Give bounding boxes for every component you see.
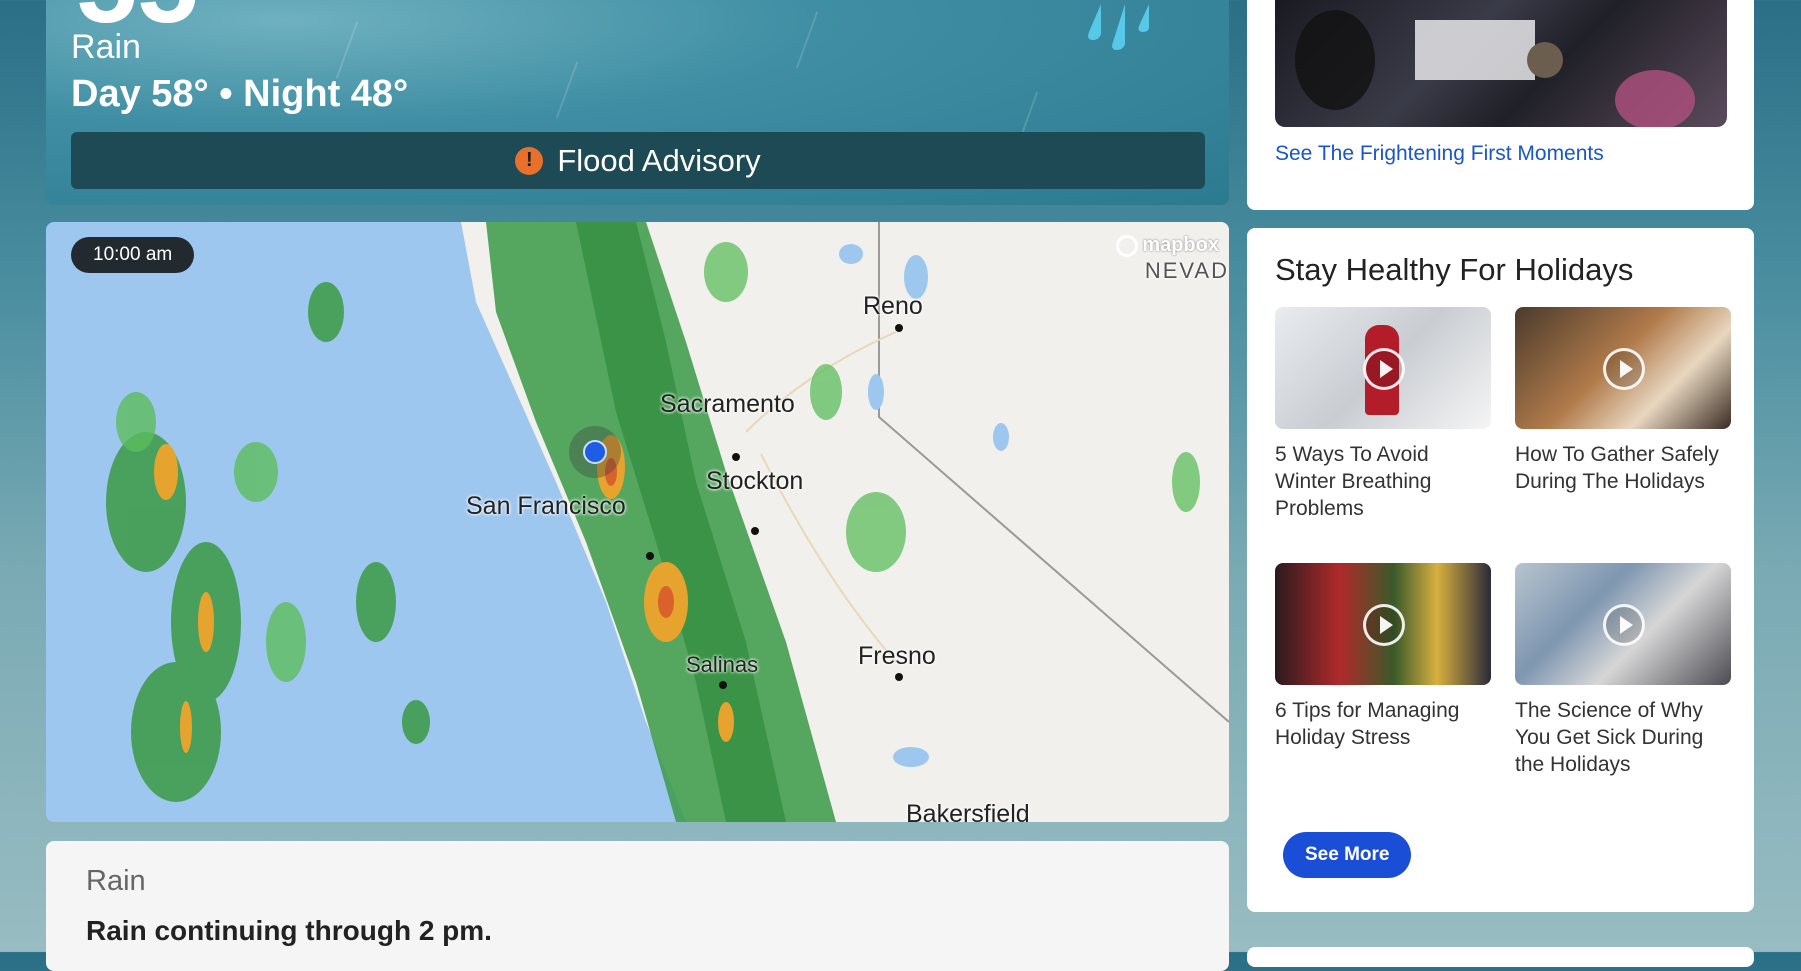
city-dot-fresno xyxy=(895,673,903,681)
video-thumbnail xyxy=(1515,563,1731,685)
video-caption: 6 Tips for Managing Holiday Stress xyxy=(1275,699,1460,749)
video-tile[interactable]: 6 Tips for Managing Holiday Stress xyxy=(1275,563,1491,751)
radar-map[interactable]: 10:00 am mapbox NEVAD Reno Sacramento St… xyxy=(46,222,1229,822)
play-icon xyxy=(1603,604,1645,646)
city-label-sacramento: Sacramento xyxy=(660,390,795,418)
flood-advisory-banner[interactable]: ! Flood Advisory xyxy=(71,132,1205,189)
city-label-salinas: Salinas xyxy=(686,652,759,677)
rain-cloud-icon xyxy=(1088,4,1149,50)
rain-streak xyxy=(795,11,819,69)
see-more-button[interactable]: See More xyxy=(1283,832,1412,878)
section-heading: Stay Healthy For Holidays xyxy=(1275,252,1634,287)
video-thumbnail xyxy=(1515,307,1731,429)
region-label-nevada: NEVAD xyxy=(1144,258,1229,283)
day-night-temps: Day 58° • Night 48° xyxy=(71,73,409,115)
mapbox-attribution[interactable]: mapbox xyxy=(1116,234,1219,257)
summary-title: Rain xyxy=(86,865,146,897)
play-icon xyxy=(1603,348,1645,390)
city-label-fresno: Fresno xyxy=(858,642,936,670)
play-icon xyxy=(1363,348,1405,390)
city-dot-reno xyxy=(895,324,903,332)
news-link[interactable]: See The Frightening First Moments xyxy=(1275,142,1604,166)
city-dot-stockton xyxy=(751,527,759,535)
play-icon xyxy=(1363,604,1405,646)
current-location-marker xyxy=(583,440,607,464)
next-card-edge xyxy=(1247,947,1754,967)
current-weather-card: 55 Rain Day 58° • Night 48° ! Flood Advi… xyxy=(46,0,1229,205)
video-thumbnail xyxy=(1275,307,1491,429)
city-dot-san-francisco xyxy=(646,552,654,560)
health-section: Stay Healthy For Holidays 5 Ways To Avoi… xyxy=(1247,228,1754,912)
video-thumbnail xyxy=(1275,563,1491,685)
news-card: See The Frightening First Moments xyxy=(1247,0,1754,210)
city-label-reno: Reno xyxy=(863,292,923,320)
video-caption: How To Gather Safely During The Holidays xyxy=(1515,443,1719,493)
video-caption: 5 Ways To Avoid Winter Breathing Problem… xyxy=(1275,443,1432,520)
mapbox-logo-icon xyxy=(1116,234,1139,257)
city-label-bakersfield: Bakersfield xyxy=(906,800,1030,822)
city-dot-sacramento xyxy=(732,453,740,461)
warning-icon: ! xyxy=(515,146,544,175)
news-thumbnail[interactable] xyxy=(1275,0,1727,127)
advisory-label: Flood Advisory xyxy=(557,142,761,178)
city-dot-salinas xyxy=(719,681,727,689)
condition-label: Rain xyxy=(71,28,141,66)
video-tile[interactable]: The Science of Why You Get Sick During t… xyxy=(1515,563,1731,778)
map-time-label: 10:00 am xyxy=(71,237,195,273)
video-caption: The Science of Why You Get Sick During t… xyxy=(1515,699,1704,776)
city-label-stockton: Stockton xyxy=(706,467,804,495)
summary-description: Rain continuing through 2 pm. xyxy=(86,915,492,946)
map-base xyxy=(106,222,1229,822)
news-image xyxy=(1295,10,1695,127)
video-tile[interactable]: 5 Ways To Avoid Winter Breathing Problem… xyxy=(1275,307,1491,522)
city-label-san-francisco: San Francisco xyxy=(466,492,626,520)
rain-streak xyxy=(555,61,579,119)
video-tile[interactable]: How To Gather Safely During The Holidays xyxy=(1515,307,1731,495)
rain-streak xyxy=(335,21,359,79)
